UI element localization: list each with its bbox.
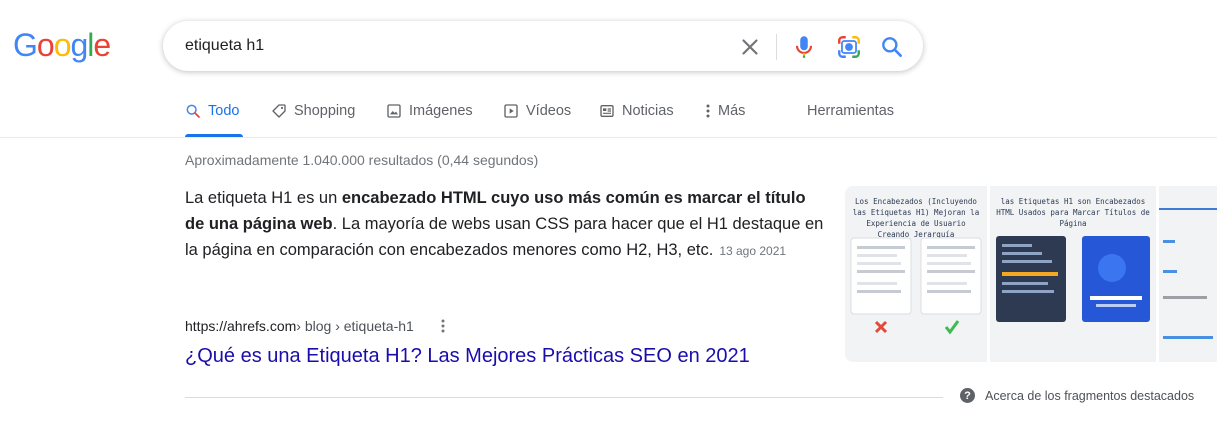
image-icon [387, 104, 401, 118]
about-label: Acerca de los fragmentos destacados [985, 388, 1195, 403]
image-search-button[interactable] [836, 34, 862, 60]
lens-icon [838, 36, 860, 58]
search-icon [882, 37, 902, 57]
snippet-text: La etiqueta H1 es un [185, 189, 342, 207]
search-box [163, 21, 923, 71]
headings-diagram-image [850, 237, 982, 335]
tag-icon [272, 104, 286, 118]
tab-label: Vídeos [526, 103, 572, 119]
tab-label: Imágenes [409, 103, 473, 119]
news-icon [600, 105, 614, 117]
search-icon [186, 104, 200, 118]
clear-button[interactable] [737, 34, 763, 60]
logo-letter: e [93, 27, 111, 63]
code-snippet-image [1159, 208, 1217, 339]
tab-videos[interactable]: Vídeos [503, 103, 571, 119]
result-site[interactable]: https://ahrefs.com [185, 318, 296, 334]
microphone-icon [795, 36, 813, 58]
result-stats: Aproximadamente 1.040.000 resultados (0,… [185, 152, 539, 168]
close-icon [742, 39, 758, 55]
more-vert-icon [441, 319, 445, 333]
logo-letter: o [53, 27, 72, 63]
tab-imagenes[interactable]: Imágenes [386, 103, 473, 119]
voice-search-button[interactable] [791, 33, 817, 61]
search-button[interactable] [879, 34, 905, 60]
tab-mas[interactable]: Más [705, 103, 745, 119]
logo-letter: G [13, 27, 38, 63]
result-options-button[interactable] [434, 317, 452, 335]
result-title-link[interactable]: ¿Qué es una Etiqueta H1? Las Mejores Prá… [185, 341, 750, 371]
snippet-date: 13 ago 2021 [719, 244, 787, 258]
search-divider [776, 34, 777, 60]
featured-snippet-text: La etiqueta H1 es un encabezado HTML cuy… [185, 185, 825, 264]
snippet-divider [185, 397, 943, 398]
tab-todo[interactable]: Todo [185, 103, 239, 119]
tools-label: Herramientas [807, 103, 895, 119]
tabs-divider [0, 137, 1217, 138]
search-input[interactable] [185, 21, 705, 71]
snippet-image[interactable] [1159, 186, 1217, 362]
result-path: › blog › etiqueta-h1 [296, 318, 414, 334]
play-icon [504, 104, 518, 118]
logo-letter: o [36, 27, 55, 63]
tab-label: Más [718, 103, 746, 119]
help-icon: ? [960, 388, 975, 403]
result-cite: https://ahrefs.com › blog › etiqueta-h1 [185, 317, 452, 335]
snippet-image[interactable]: Los Encabezados (Incluyendo las Etiqueta… [845, 186, 987, 362]
tab-label: Todo [208, 103, 240, 119]
tab-noticias[interactable]: Noticias [599, 103, 674, 119]
logo-letter: g [70, 27, 88, 63]
h1-code-image [996, 236, 1150, 322]
snippet-images: Los Encabezados (Incluyendo las Etiqueta… [845, 186, 1217, 362]
snippet-image[interactable]: las Etiquetas H1 son Encabezados HTML Us… [990, 186, 1156, 362]
tab-label: Noticias [622, 103, 674, 119]
tab-shopping[interactable]: Shopping [271, 103, 355, 119]
tools-button[interactable]: Herramientas [807, 103, 894, 119]
google-logo[interactable]: Google [13, 27, 111, 64]
tab-label: Shopping [294, 103, 356, 119]
about-featured-snippets[interactable]: ? Acerca de los fragmentos destacados [960, 388, 1194, 403]
more-vert-icon [706, 104, 710, 118]
